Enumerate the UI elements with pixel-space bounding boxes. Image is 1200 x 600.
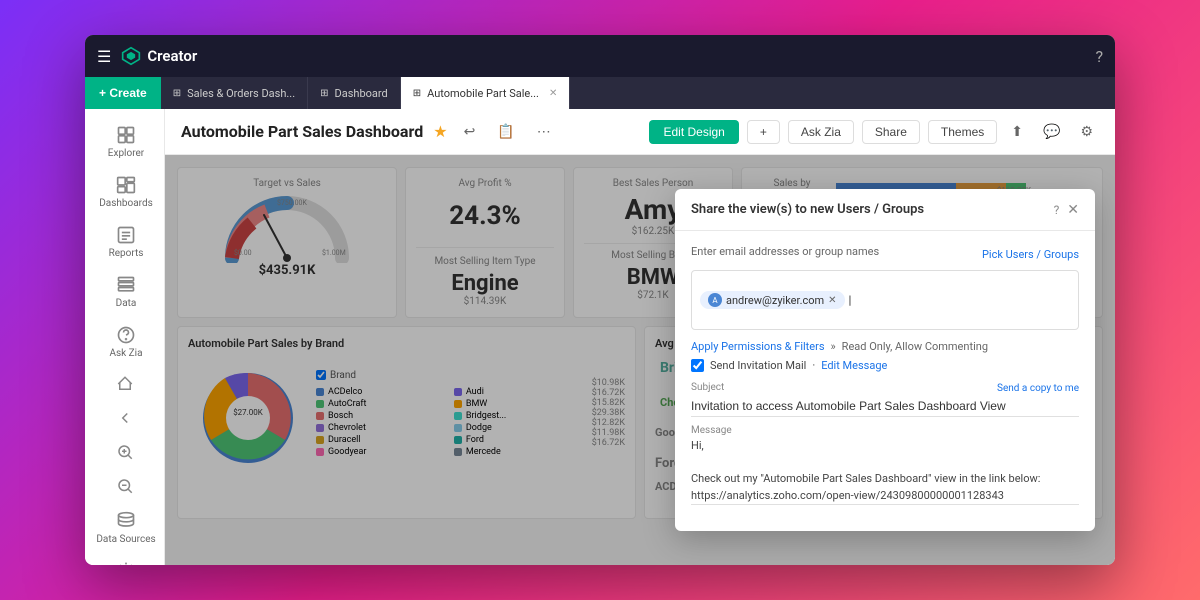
email-input-area[interactable]: A andrew@zyiker.com ✕ | [691, 270, 1079, 330]
send-invitation-checkbox[interactable] [691, 359, 704, 372]
permissions-separator: » [831, 340, 836, 353]
export-icon[interactable]: ⬆ [1005, 119, 1029, 144]
chip-close-icon[interactable]: ✕ [828, 295, 836, 306]
favorite-icon[interactable]: ★ [433, 122, 447, 141]
app-logo: Creator [121, 46, 197, 66]
message-field: Message [691, 425, 1079, 509]
edit-message-link[interactable]: Edit Message [821, 359, 887, 372]
sidebar-explorer-label: Explorer [108, 148, 144, 159]
send-invitation-label: Send Invitation Mail [710, 359, 806, 372]
settings-icon[interactable]: ⚙ [1074, 119, 1099, 144]
app-title: Creator [147, 47, 197, 65]
subject-input[interactable] [691, 396, 1079, 417]
tab-auto-icon: ⊞ [413, 88, 421, 99]
tab-sales-icon: ⊞ [173, 88, 181, 99]
sidebar-nav-zoom-out[interactable] [85, 469, 164, 503]
top-bar: ☰ Creator ? [85, 35, 1115, 77]
dashboard-grid: Target vs Sales [165, 155, 1115, 565]
notes-icon[interactable]: 📋 [491, 120, 520, 144]
sidebar-item-reports[interactable]: Reports [85, 217, 164, 267]
dashboard-actions: Edit Design + Ask Zia Share Themes ⬆ 💬 ⚙ [649, 119, 1099, 144]
ask-zia-button[interactable]: Ask Zia [788, 120, 854, 144]
tab-close-icon[interactable]: ✕ [549, 88, 557, 99]
tab-sales[interactable]: ⊞ Sales & Orders Dash... [161, 77, 308, 109]
email-chip: A andrew@zyiker.com ✕ [700, 291, 845, 309]
sidebar-item-settings[interactable]: Settings [85, 553, 164, 565]
hamburger-icon[interactable]: ☰ [97, 47, 111, 66]
sidebar-data-label: Data [116, 298, 137, 309]
sidebar: Explorer Dashboards Reports [85, 109, 165, 565]
main-layout: Explorer Dashboards Reports [85, 109, 1115, 565]
content: Automobile Part Sales Dashboard ★ ↩ 📋 ⋯ … [165, 109, 1115, 565]
tab-auto[interactable]: ⊞ Automobile Part Sale... ✕ [401, 77, 571, 109]
email-label: Enter email addresses or group names [691, 245, 879, 258]
subject-field: Subject Send a copy to me [691, 382, 1079, 417]
modal-body: Enter email addresses or group names Pic… [675, 231, 1095, 531]
email-cursor: | [849, 293, 852, 307]
send-copy-label[interactable]: Send a copy to me [997, 383, 1079, 394]
subject-label: Subject [691, 382, 724, 393]
modal-help-icon[interactable]: ? [1054, 203, 1060, 217]
sidebar-item-explorer[interactable]: Explorer [85, 117, 164, 167]
tab-bar: + Create ⊞ Sales & Orders Dash... ⊞ Dash… [85, 77, 1115, 109]
message-textarea[interactable] [691, 438, 1079, 505]
sidebar-item-data-sources[interactable]: Data Sources [85, 503, 164, 553]
help-icon[interactable]: ? [1095, 47, 1103, 66]
modal-header-actions: ? ✕ [1054, 201, 1079, 218]
comment-icon[interactable]: 💬 [1037, 119, 1066, 144]
send-separator: · [812, 359, 815, 372]
message-label: Message [691, 425, 1079, 436]
themes-button[interactable]: Themes [928, 120, 997, 144]
permissions-link[interactable]: Apply Permissions & Filters [691, 340, 825, 353]
sidebar-item-ask-zia[interactable]: Ask Zia [85, 317, 164, 367]
tab-sales-label: Sales & Orders Dash... [187, 87, 295, 100]
modal-title: Share the view(s) to new Users / Groups [691, 202, 924, 217]
add-button[interactable]: + [747, 120, 780, 144]
sidebar-item-data[interactable]: Data [85, 267, 164, 317]
modal-header: Share the view(s) to new Users / Groups … [675, 189, 1095, 231]
chip-email: andrew@zyiker.com [726, 294, 824, 307]
pick-users-link[interactable]: Pick Users / Groups [982, 248, 1079, 261]
sidebar-dashboards-label: Dashboards [99, 198, 153, 209]
sidebar-ask-zia-label: Ask Zia [109, 348, 142, 359]
undo-icon[interactable]: ↩ [458, 120, 482, 144]
permissions-value: Read Only, Allow Commenting [842, 340, 988, 353]
sidebar-data-sources-label: Data Sources [96, 534, 155, 545]
sidebar-nav-back[interactable] [85, 401, 164, 435]
create-button[interactable]: + Create [85, 77, 161, 109]
tab-dashboard-label: Dashboard [335, 87, 388, 100]
email-label-row: Enter email addresses or group names Pic… [691, 245, 1079, 264]
tab-dashboard[interactable]: ⊞ Dashboard [308, 77, 401, 109]
permissions-row: Apply Permissions & Filters » Read Only,… [691, 340, 1079, 353]
sidebar-nav-zoom-in[interactable] [85, 435, 164, 469]
tab-auto-label: Automobile Part Sale... [427, 87, 539, 100]
share-modal: Share the view(s) to new Users / Groups … [675, 189, 1095, 531]
send-invitation-row: Send Invitation Mail · Edit Message [691, 359, 1079, 372]
modal-overlay: Share the view(s) to new Users / Groups … [165, 155, 1115, 565]
sidebar-reports-label: Reports [109, 248, 144, 259]
sidebar-item-dashboards[interactable]: Dashboards [85, 167, 164, 217]
dashboard-title: Automobile Part Sales Dashboard [181, 122, 423, 141]
dashboard-header: Automobile Part Sales Dashboard ★ ↩ 📋 ⋯ … [165, 109, 1115, 155]
more-icon[interactable]: ⋯ [531, 120, 557, 144]
tab-dashboard-icon: ⊞ [320, 88, 328, 99]
chip-avatar: A [708, 293, 722, 307]
modal-close-button[interactable]: ✕ [1067, 201, 1079, 218]
share-button[interactable]: Share [862, 120, 920, 144]
edit-design-button[interactable]: Edit Design [649, 120, 738, 144]
sidebar-nav-home[interactable] [85, 367, 164, 401]
